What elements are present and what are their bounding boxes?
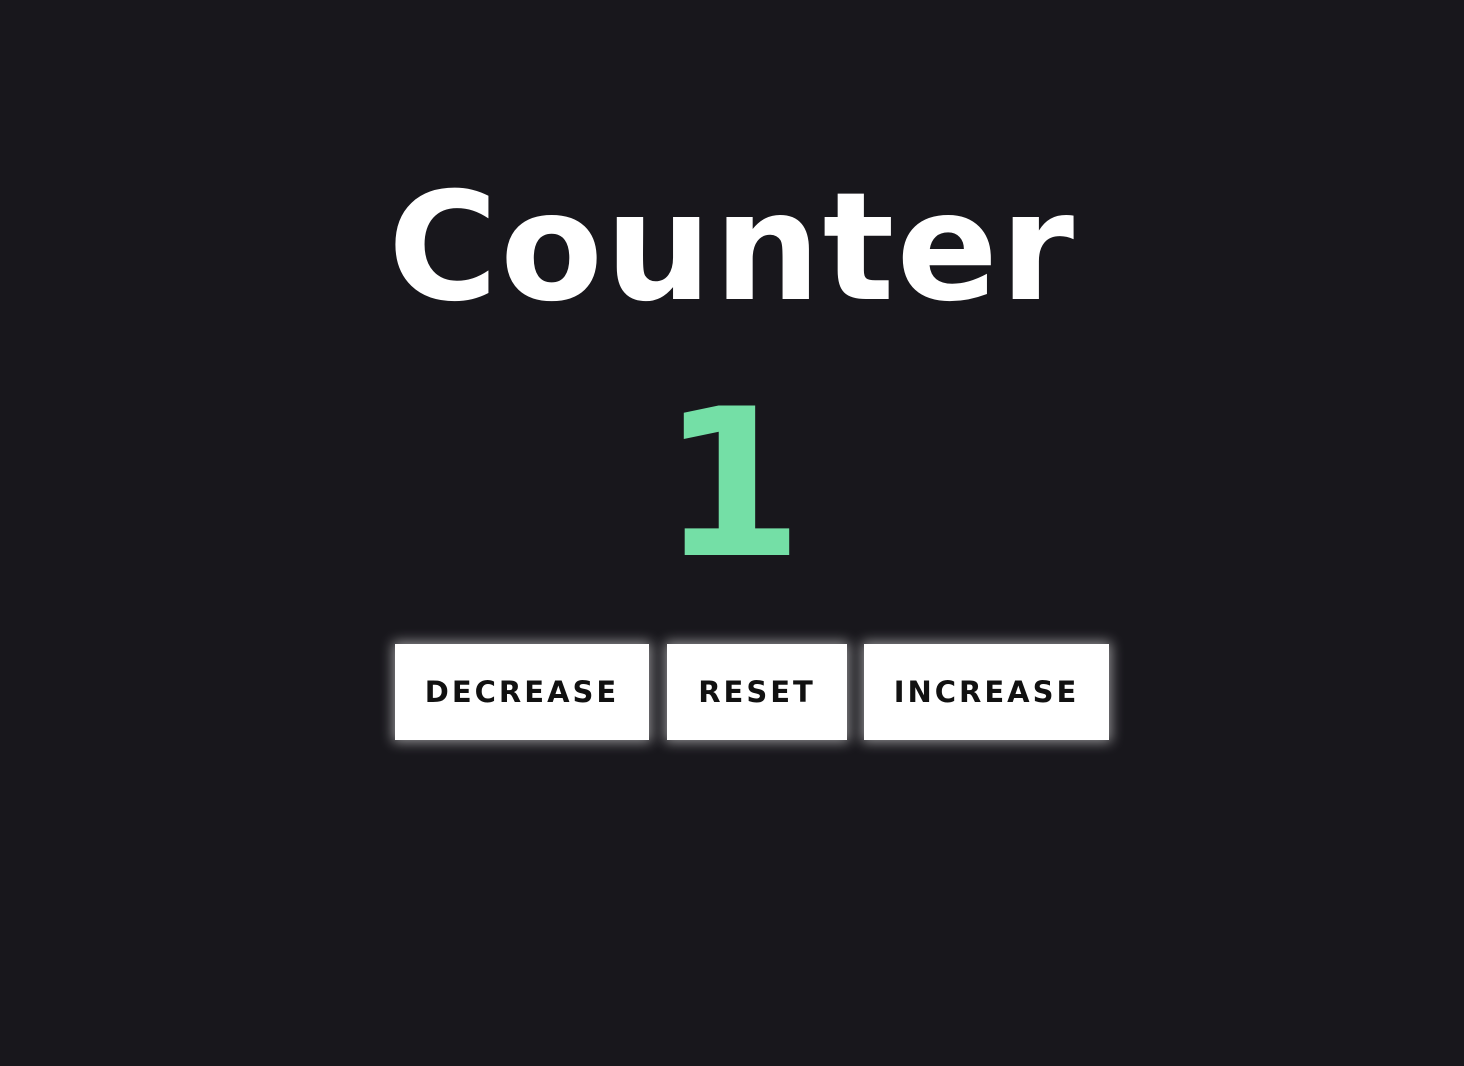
page-title: Counter bbox=[387, 161, 1077, 335]
reset-button[interactable]: RESET bbox=[667, 644, 847, 740]
counter-value: 1 bbox=[660, 366, 804, 604]
increase-button[interactable]: INCREASE bbox=[864, 644, 1109, 740]
counter-app: Counter 1 DECREASE RESET INCREASE bbox=[0, 0, 1464, 1066]
decrease-button[interactable]: DECREASE bbox=[395, 644, 649, 740]
